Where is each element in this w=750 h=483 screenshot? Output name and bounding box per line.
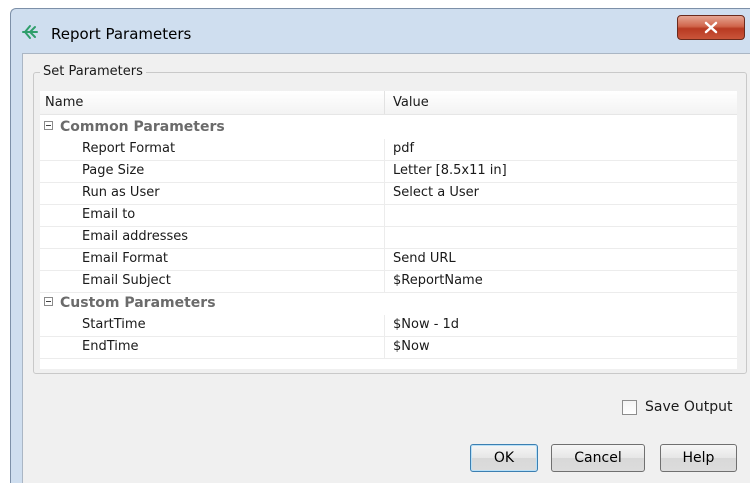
property-name: Email to bbox=[82, 207, 136, 222]
row-divider bbox=[384, 139, 385, 160]
property-row-endtime[interactable]: EndTime $Now bbox=[40, 337, 737, 359]
property-row-email-format[interactable]: Email Format Send URL bbox=[40, 249, 737, 271]
help-button[interactable]: Help bbox=[660, 444, 737, 472]
category-common-parameters[interactable]: Common Parameters bbox=[40, 117, 737, 139]
close-button[interactable] bbox=[677, 15, 745, 40]
category-label: Common Parameters bbox=[60, 119, 225, 135]
row-divider bbox=[384, 271, 385, 292]
property-row-email-subject[interactable]: Email Subject $ReportName bbox=[40, 271, 737, 293]
close-icon bbox=[704, 21, 718, 34]
cancel-button[interactable]: Cancel bbox=[551, 444, 645, 472]
save-output-label[interactable]: Save Output bbox=[645, 399, 732, 415]
property-value[interactable]: Letter [8.5x11 in] bbox=[393, 163, 507, 178]
property-row-run-as-user[interactable]: Run as User Select a User bbox=[40, 183, 737, 205]
set-parameters-group: Set Parameters Name Value Common Paramet… bbox=[33, 64, 747, 374]
row-divider bbox=[384, 227, 385, 248]
column-header-name[interactable]: Name bbox=[45, 95, 83, 110]
property-value[interactable]: Send URL bbox=[393, 251, 456, 266]
row-divider bbox=[384, 183, 385, 204]
collapse-icon[interactable] bbox=[44, 297, 53, 306]
property-name: Page Size bbox=[82, 163, 145, 178]
save-output-checkbox[interactable] bbox=[622, 400, 637, 415]
property-row-email-to[interactable]: Email to bbox=[40, 205, 737, 227]
property-name: StartTime bbox=[82, 317, 146, 332]
property-name: Run as User bbox=[82, 185, 160, 200]
property-name: Email Format bbox=[82, 251, 169, 266]
property-name: Report Format bbox=[82, 141, 176, 156]
property-value[interactable]: $Now bbox=[393, 339, 430, 354]
category-label: Custom Parameters bbox=[60, 295, 216, 311]
row-divider bbox=[384, 249, 385, 270]
column-header-value[interactable]: Value bbox=[393, 95, 429, 110]
title-bar[interactable]: Report Parameters bbox=[11, 9, 750, 53]
grid-rows: Common Parameters Report Format pdf Page… bbox=[40, 117, 737, 359]
property-value[interactable]: $Now - 1d bbox=[393, 317, 459, 332]
grid-header: Name Value bbox=[40, 91, 737, 115]
property-row-starttime[interactable]: StartTime $Now - 1d bbox=[40, 315, 737, 337]
property-value[interactable]: Select a User bbox=[393, 185, 479, 200]
property-name: Email Subject bbox=[82, 273, 171, 288]
group-label: Set Parameters bbox=[40, 64, 146, 79]
row-divider bbox=[384, 315, 385, 336]
category-custom-parameters[interactable]: Custom Parameters bbox=[40, 293, 737, 315]
window-title: Report Parameters bbox=[51, 25, 192, 43]
property-row-page-size[interactable]: Page Size Letter [8.5x11 in] bbox=[40, 161, 737, 183]
property-row-email-addresses[interactable]: Email addresses bbox=[40, 227, 737, 249]
property-value[interactable]: pdf bbox=[393, 141, 414, 156]
report-parameters-window: Report Parameters Set Parameters Name Va… bbox=[10, 8, 750, 483]
dialog-body: Set Parameters Name Value Common Paramet… bbox=[22, 53, 750, 483]
collapse-icon[interactable] bbox=[44, 121, 53, 130]
row-divider bbox=[384, 205, 385, 226]
property-grid: Name Value Common Parameters Report Form… bbox=[40, 91, 737, 369]
row-divider bbox=[384, 337, 385, 358]
report-parameters-icon bbox=[21, 24, 39, 40]
row-divider bbox=[384, 161, 385, 182]
property-name: Email addresses bbox=[82, 229, 189, 244]
column-divider[interactable] bbox=[384, 91, 385, 114]
ok-button[interactable]: OK bbox=[470, 444, 538, 472]
property-row-report-format[interactable]: Report Format pdf bbox=[40, 139, 737, 161]
property-value[interactable]: $ReportName bbox=[393, 273, 483, 288]
property-name: EndTime bbox=[82, 339, 139, 354]
